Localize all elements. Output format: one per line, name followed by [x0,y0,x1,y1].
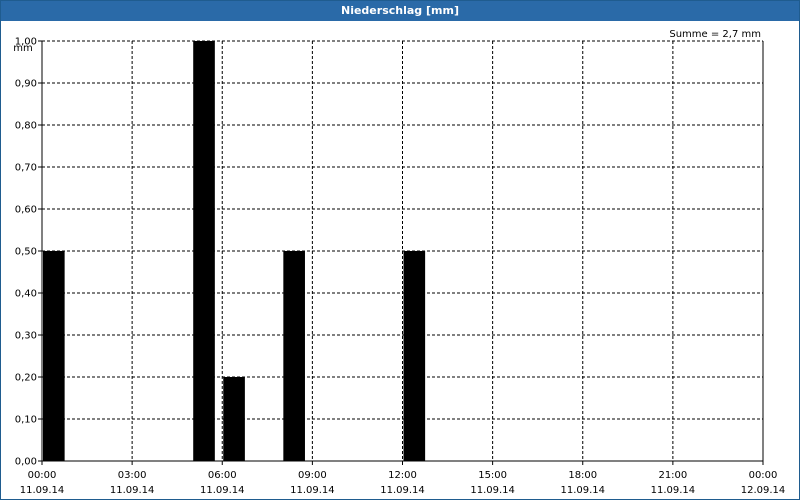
x-tick-time: 06:00 [208,470,237,481]
y-tick-label: 0,70 [15,163,37,174]
x-tick-date: 12.09.14 [741,485,786,496]
x-tick-time: 03:00 [118,470,147,481]
y-tick-label: 0,40 [15,289,37,300]
axes-group [38,40,764,465]
x-tick-time: 12:00 [388,470,417,481]
y-tick-labels: 0,00 0,10 0,20 0,30 0,40 0,50 0,60 0,70 0,80 0,90… [15,37,37,468]
precipitation-chart: 0,00 0,10 0,20 0,30 0,40 0,50 0,60 0,70 0,80 0,90… [13,29,786,496]
chart-window: Niederschlag [mm] 0,00 0,10 0,20 0,30 0,40 0,… [0,0,800,500]
sum-label: Summe = 2,7 mm [669,29,761,40]
precipitation-bar [193,41,215,461]
x-tick-date: 11.09.14 [110,485,155,496]
x-tick-date: 11.09.14 [20,485,65,496]
x-tick-time: 18:00 [568,470,597,481]
x-tick-time: 15:00 [478,470,507,481]
y-tick-label: 0,00 [15,457,37,468]
window-title: Niederschlag [mm] [1,1,799,21]
x-tick-date: 11.09.14 [380,485,425,496]
y-unit-label: mm [13,43,32,54]
x-tick-date: 11.09.14 [290,485,335,496]
y-tick-label: 0,80 [15,121,37,132]
y-tick-label: 0,30 [15,331,37,342]
x-tick-date: 11.09.14 [651,485,696,496]
x-tick-time: 00:00 [28,470,57,481]
precipitation-bar [283,251,305,461]
precipitation-bar [223,377,245,461]
x-tick-time: 00:00 [749,470,778,481]
grid-lines [42,40,764,461]
x-tick-date: 11.09.14 [200,485,245,496]
x-tick-date: 11.09.14 [470,485,515,496]
y-tick-label: 0,90 [15,79,37,90]
x-tick-date: 11.09.14 [560,485,605,496]
x-tick-time: 09:00 [298,470,327,481]
precipitation-bar [403,251,426,461]
x-tick-time: 21:00 [658,470,687,481]
precipitation-bar [43,251,65,461]
x-tick-labels: 00:00 11.09.14 03:00 11.09.14 06:00 11.09.14 0… [20,470,786,496]
y-tick-label: 0,60 [15,205,37,216]
y-tick-label: 0,10 [15,415,37,426]
y-tick-label: 0,20 [15,373,37,384]
y-tick-label: 0,50 [15,247,37,258]
